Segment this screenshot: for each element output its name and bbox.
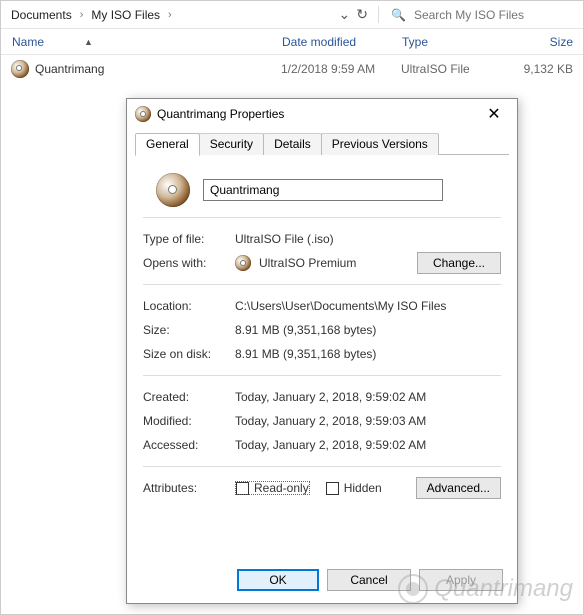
file-date: 1/2/2018 9:59 AM (271, 55, 391, 83)
disc-icon (156, 173, 190, 207)
ok-button[interactable]: OK (237, 569, 319, 591)
close-icon[interactable]: ✕ (479, 104, 509, 124)
value-sizeondisk: 8.91 MB (9,351,168 bytes) (235, 347, 501, 361)
col-header-date[interactable]: Date modified (271, 29, 391, 54)
refresh-icon[interactable]: ↻ (356, 6, 368, 23)
readonly-label: Read-only (254, 481, 309, 495)
value-accessed: Today, January 2, 2018, 9:59:02 AM (235, 438, 501, 452)
search-box[interactable]: 🔍 (383, 1, 583, 28)
col-header-name[interactable]: Name (1, 29, 271, 54)
hidden-label: Hidden (344, 481, 382, 495)
checkbox-hidden[interactable]: Hidden (326, 481, 382, 495)
tab-details[interactable]: Details (263, 133, 322, 155)
address-bar[interactable]: Documents › My ISO Files › (1, 1, 339, 28)
separator (143, 466, 501, 467)
disc-icon (235, 255, 251, 271)
col-header-size[interactable]: Size (501, 29, 583, 54)
address-controls: ⌄ ↻ (339, 6, 374, 23)
disc-icon (11, 60, 29, 78)
list-header: Name Date modified Type Size (1, 29, 583, 55)
change-button[interactable]: Change... (417, 252, 501, 274)
value-modified: Today, January 2, 2018, 9:59:03 AM (235, 414, 501, 428)
label-typeoffile: Type of file: (143, 232, 235, 246)
chevron-right-icon: › (162, 9, 178, 21)
tab-general[interactable]: General (135, 133, 200, 156)
value-location: C:\Users\User\Documents\My ISO Files (235, 299, 501, 313)
label-openswith: Opens with: (143, 256, 235, 270)
label-attributes: Attributes: (143, 481, 235, 495)
general-panel: Type of file: UltraISO File (.iso) Opens… (127, 155, 517, 559)
advanced-button[interactable]: Advanced... (416, 477, 501, 499)
search-icon: 🔍 (391, 8, 406, 22)
file-type: UltraISO File (391, 55, 501, 83)
value-created: Today, January 2, 2018, 9:59:02 AM (235, 390, 501, 404)
file-name: Quantrimang (35, 62, 104, 76)
label-accessed: Accessed: (143, 438, 235, 452)
label-sizeondisk: Size on disk: (143, 347, 235, 361)
dropdown-icon[interactable]: ⌄ (339, 6, 351, 23)
value-typeoffile: UltraISO File (.iso) (235, 232, 501, 246)
breadcrumb-documents[interactable]: Documents (9, 8, 74, 22)
separator (143, 217, 501, 218)
value-size: 8.91 MB (9,351,168 bytes) (235, 323, 501, 337)
divider (378, 6, 379, 22)
label-location: Location: (143, 299, 235, 313)
apply-button[interactable]: Apply (419, 569, 503, 591)
file-row[interactable]: Quantrimang 1/2/2018 9:59 AM UltraISO Fi… (1, 55, 583, 83)
tab-previous-versions[interactable]: Previous Versions (321, 133, 439, 155)
value-openswith: UltraISO Premium (259, 256, 356, 270)
tab-security[interactable]: Security (199, 133, 264, 155)
properties-dialog: Quantrimang Properties ✕ General Securit… (126, 98, 518, 604)
dialog-buttons: OK Cancel Apply (127, 559, 517, 603)
checkbox-readonly[interactable]: Read-only (235, 481, 310, 495)
search-input[interactable] (412, 7, 575, 23)
breadcrumb-myisofiles[interactable]: My ISO Files (89, 8, 162, 22)
dialog-titlebar[interactable]: Quantrimang Properties ✕ (127, 99, 517, 129)
separator (143, 284, 501, 285)
label-modified: Modified: (143, 414, 235, 428)
label-created: Created: (143, 390, 235, 404)
dialog-title: Quantrimang Properties (157, 107, 479, 121)
separator (143, 375, 501, 376)
filename-input[interactable] (203, 179, 443, 201)
col-header-type[interactable]: Type (391, 29, 501, 54)
tabstrip: General Security Details Previous Versio… (127, 131, 517, 155)
cancel-button[interactable]: Cancel (327, 569, 411, 591)
explorer-header: Documents › My ISO Files › ⌄ ↻ 🔍 (1, 1, 583, 29)
chevron-right-icon: › (74, 9, 90, 21)
disc-icon (135, 106, 151, 122)
label-size: Size: (143, 323, 235, 337)
file-size: 9,132 KB (501, 55, 583, 83)
